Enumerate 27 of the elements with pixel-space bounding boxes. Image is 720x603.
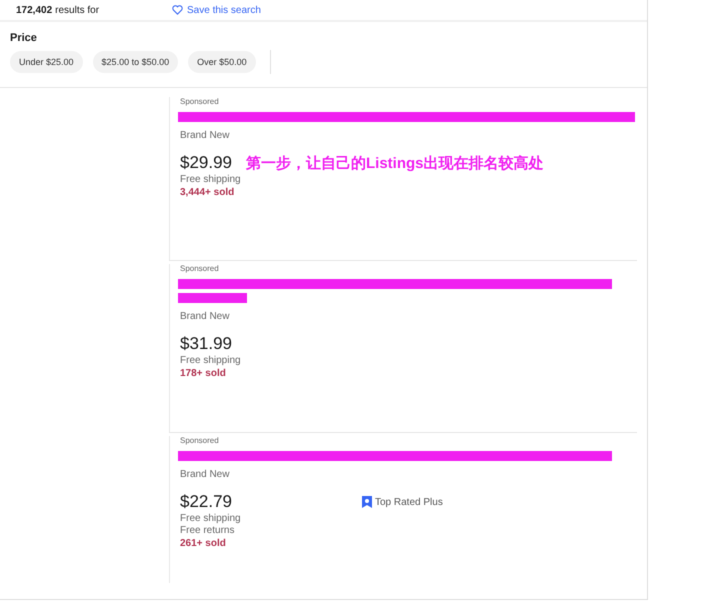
item-price: $22.79 <box>180 492 233 512</box>
sold-count: 178+ sold <box>180 368 227 379</box>
price-filter-chip[interactable]: Over $50.00 <box>188 51 256 73</box>
condition-label: Brand New <box>180 311 230 322</box>
ribbon-icon <box>362 496 372 508</box>
item-price: $29.99 <box>180 153 233 173</box>
top-rated-label: Top Rated Plus <box>362 496 443 508</box>
condition-label: Brand New <box>180 469 230 480</box>
sponsored-label: Sponsored <box>180 436 220 445</box>
shipping-info: Free returns <box>180 525 236 536</box>
shipping-info: Free shipping <box>180 513 242 524</box>
item-price: $31.99 <box>180 334 233 354</box>
condition-label: Brand New <box>180 130 230 141</box>
price-filter-chip[interactable]: $25.00 to $50.00 <box>92 51 178 73</box>
shipping-info: Free shipping <box>180 355 242 366</box>
annotation-text: 第一步，让自己的Listings出现在排名较高处 <box>246 154 544 172</box>
sponsored-label: Sponsored <box>180 264 220 273</box>
sold-count: 261+ sold <box>180 538 227 549</box>
filter-title: Price <box>10 32 38 44</box>
save-search-link[interactable]: Save this search <box>172 4 261 16</box>
price-filter-chip[interactable]: Under $25.00 <box>10 51 83 73</box>
shipping-info: Free shipping <box>180 174 242 185</box>
sponsored-label: Sponsored <box>180 97 220 106</box>
sold-count: 3,444+ sold <box>180 187 236 198</box>
result-count: 172,402 results for <box>16 4 100 16</box>
heart-icon <box>172 5 183 15</box>
redaction-bar <box>178 293 247 303</box>
